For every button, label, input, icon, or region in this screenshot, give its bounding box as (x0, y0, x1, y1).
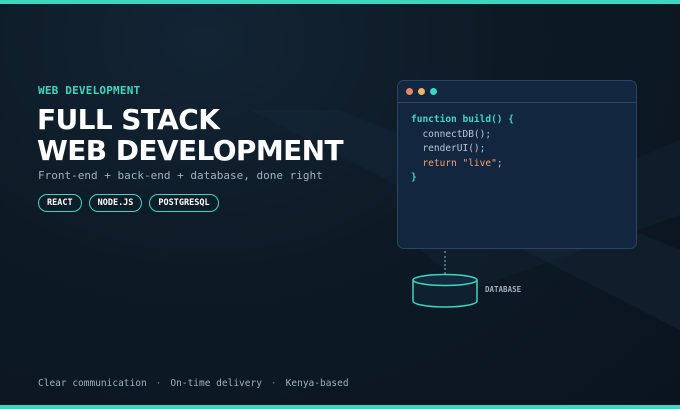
tag-react: REACT (38, 194, 82, 212)
code-line-5: } (411, 172, 417, 183)
database-icon (412, 273, 478, 308)
database-label: DATABASE (485, 285, 522, 294)
code-semicolon: ; (496, 157, 503, 169)
window-dot-green-icon (430, 88, 437, 95)
window-dot-red-icon (406, 88, 413, 95)
footer-item-location: Kenya-based (285, 378, 349, 389)
eyebrow-label: WEB DEVELOPMENT (38, 84, 141, 97)
code-string-literal: "live" (462, 157, 497, 169)
code-line-3: renderUI(); (411, 143, 486, 154)
code-window: function build() { connectDB(); renderUI… (397, 80, 637, 249)
code-line-2: connectDB(); (411, 128, 492, 140)
footer-item-communication: Clear communication (38, 378, 147, 389)
title-line-1: FULL STACK (37, 103, 220, 136)
tech-tags: REACT NODE.JS POSTGRESQL (38, 194, 219, 212)
connector-line (444, 251, 446, 274)
subtitle: Front-end + back-end + database, done ri… (38, 169, 323, 182)
bottom-accent-bar (0, 405, 680, 409)
code-block: function build() { connectDB(); renderUI… (398, 103, 636, 186)
window-dot-yellow-icon (418, 88, 425, 95)
title-line-2: WEB DEVELOPMENT (37, 134, 344, 167)
tag-postgresql: POSTGRESQL (149, 194, 219, 212)
code-line-4: return "live"; (411, 157, 636, 172)
footer-item-delivery: On-time delivery (170, 378, 262, 389)
code-window-header (398, 81, 636, 103)
code-line-1: function build() { (411, 114, 514, 125)
page-title: FULL STACK WEB DEVELOPMENT (37, 103, 344, 167)
footer-separator: · (155, 378, 162, 389)
code-return-keyword: return (411, 157, 463, 169)
footer-separator: · (270, 378, 277, 389)
footer-features: Clear communication · On-time delivery ·… (38, 378, 349, 389)
tag-nodejs: NODE.JS (88, 194, 143, 212)
